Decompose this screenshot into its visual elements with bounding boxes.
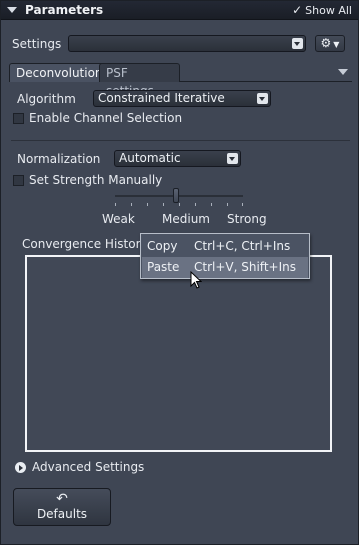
- tab-strip: Deconvolution PSF settings: [9, 63, 352, 98]
- algorithm-label: Algorithm: [17, 92, 76, 106]
- show-all-label: Show All: [305, 3, 352, 17]
- chevron-down-icon: [292, 38, 303, 49]
- checkmark-icon: ✓: [292, 3, 303, 17]
- set-strength-manually-label: Set Strength Manually: [29, 173, 163, 187]
- slider-tick: [147, 203, 148, 206]
- slider-tick: [115, 203, 116, 206]
- strength-weak-label: Weak: [102, 212, 135, 226]
- chevron-down-icon: [257, 93, 268, 104]
- settings-dropdown[interactable]: [68, 35, 306, 52]
- convergence-history-label: Convergence History: [22, 237, 148, 251]
- slider-track[interactable]: [115, 195, 243, 197]
- slider-tick: [195, 203, 196, 206]
- slider-thumb[interactable]: [173, 188, 179, 203]
- undo-icon: ↶: [56, 491, 68, 507]
- context-menu-paste[interactable]: Paste Ctrl+V, Shift+Ins: [142, 257, 308, 278]
- panel-titlebar[interactable]: Parameters ✓ Show All: [1, 1, 358, 20]
- paste-label: Paste: [147, 260, 180, 274]
- normalization-label: Normalization: [17, 152, 101, 166]
- algorithm-dropdown[interactable]: Constrained Iterative: [93, 90, 271, 107]
- strength-strong-label: Strong: [227, 212, 267, 226]
- normalization-dropdown-value: Automatic: [119, 151, 181, 165]
- slider-tick: [211, 203, 212, 206]
- expand-arrow-icon[interactable]: [15, 462, 26, 473]
- collapse-arrow-icon[interactable]: [7, 7, 17, 13]
- tab-deconvolution[interactable]: Deconvolution: [9, 63, 110, 82]
- settings-label: Settings: [12, 37, 62, 51]
- advanced-settings-label[interactable]: Advanced Settings: [32, 460, 144, 474]
- settings-options-button[interactable]: ⚙ ▼: [315, 35, 345, 52]
- defaults-button[interactable]: ↶ Defaults: [13, 488, 111, 526]
- context-menu: Copy Ctrl+C, Ctrl+Ins Paste Ctrl+V, Shif…: [140, 233, 310, 279]
- slider-tick: [163, 203, 164, 206]
- paste-shortcut: Ctrl+V, Shift+Ins: [194, 260, 296, 274]
- gear-icon: ⚙: [320, 36, 332, 50]
- algorithm-dropdown-value: Constrained Iterative: [98, 91, 225, 105]
- set-strength-manually-checkbox[interactable]: [13, 175, 24, 186]
- defaults-label: Defaults: [36, 507, 88, 521]
- slider-tick: [227, 203, 228, 206]
- mouse-pointer-icon: [190, 271, 202, 289]
- slider-tick: [242, 203, 243, 206]
- tab-psf-settings[interactable]: PSF settings: [99, 63, 180, 98]
- slider-tick: [179, 203, 180, 206]
- chevron-down-icon: [227, 153, 238, 164]
- show-all-toggle[interactable]: ✓ Show All: [292, 3, 352, 17]
- section-divider: [11, 140, 350, 141]
- dropdown-caret-icon: ▼: [333, 40, 340, 49]
- tab-menu-arrow-icon[interactable]: [338, 69, 348, 75]
- strength-medium-label: Medium: [162, 212, 210, 226]
- copy-shortcut: Ctrl+C, Ctrl+Ins: [194, 239, 291, 253]
- context-menu-copy[interactable]: Copy Ctrl+C, Ctrl+Ins: [142, 236, 308, 257]
- enable-channel-selection-checkbox[interactable]: [13, 113, 24, 124]
- copy-label: Copy: [147, 239, 178, 253]
- slider-tick: [131, 203, 132, 206]
- parameters-panel: Parameters ✓ Show All Settings ⚙ ▼ Deconv…: [0, 0, 359, 545]
- convergence-history-plot[interactable]: [25, 255, 332, 452]
- normalization-dropdown[interactable]: Automatic: [114, 150, 241, 167]
- enable-channel-selection-label: Enable Channel Selection: [29, 111, 183, 125]
- panel-title: Parameters: [25, 3, 104, 17]
